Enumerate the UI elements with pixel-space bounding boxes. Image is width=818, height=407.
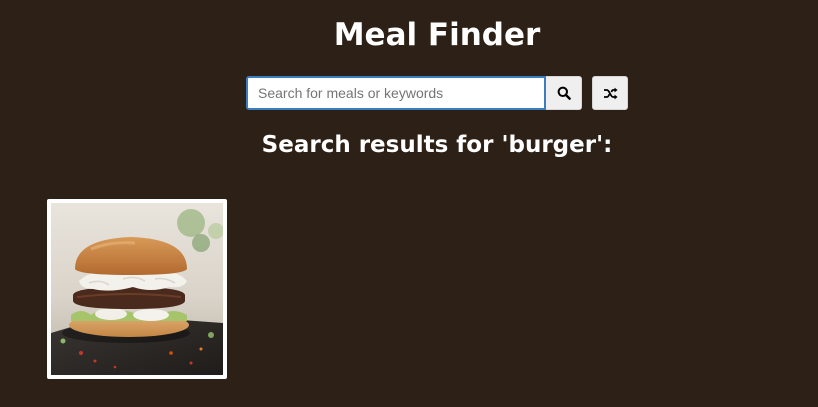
search-button[interactable] bbox=[546, 76, 582, 110]
shuffle-icon bbox=[603, 87, 618, 99]
search-form bbox=[246, 76, 582, 110]
search-icon bbox=[557, 86, 571, 100]
random-meal-button[interactable] bbox=[592, 76, 628, 110]
search-input[interactable] bbox=[246, 76, 546, 110]
meal-card[interactable] bbox=[47, 199, 227, 379]
results-grid bbox=[47, 199, 227, 379]
page-title: Meal Finder bbox=[333, 17, 541, 53]
burger-image bbox=[51, 203, 223, 375]
results-heading: Search results for 'burger': bbox=[261, 132, 613, 158]
